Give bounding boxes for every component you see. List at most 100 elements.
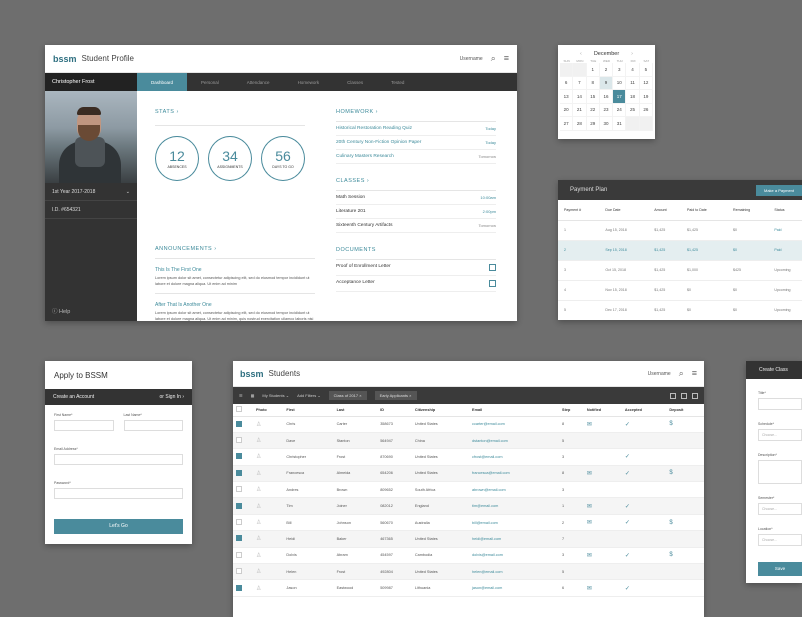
download-icon[interactable]: [489, 280, 496, 287]
add-icon[interactable]: [692, 392, 698, 399]
table-row[interactable]: ♙ Dave Stanton 564947 China dstanton@email.co…: [233, 432, 704, 450]
my-students-dropdown[interactable]: My Students ⌄: [262, 393, 289, 398]
email-field[interactable]: [54, 454, 183, 465]
row-checkbox[interactable]: [236, 437, 242, 444]
table-row[interactable]: ♙ Dolvis Abram 454597 Cambodia dolvis@email.c…: [233, 547, 704, 565]
mail-icon[interactable]: ✉: [587, 422, 592, 428]
table-row[interactable]: ♙ Helen Frost 492804 United States helen@emai…: [233, 563, 704, 581]
select-all-checkbox[interactable]: [236, 406, 242, 413]
table-row[interactable]: 4 Nov 15, 2018 $1,425 $0 $0 Upcoming: [558, 280, 802, 301]
table-row[interactable]: 1 Aug 15, 2018 $1,425 $1,425 $0 Paid: [558, 220, 802, 241]
calendar-day[interactable]: 19: [639, 90, 653, 104]
row-checkbox[interactable]: [236, 502, 242, 509]
calendar-day[interactable]: 15: [586, 90, 600, 104]
title-field[interactable]: [758, 398, 802, 410]
help-link[interactable]: ⓘ Help: [52, 307, 70, 315]
menu-icon[interactable]: ≡: [692, 369, 697, 378]
calendar-day[interactable]: 13: [560, 90, 574, 104]
submit-button[interactable]: Let's Go: [54, 519, 183, 534]
mail-icon[interactable]: [670, 392, 676, 399]
username-menu[interactable]: Username: [460, 56, 483, 62]
stats-title[interactable]: STATS ›: [155, 109, 305, 115]
calendar-day[interactable]: 28: [573, 117, 587, 131]
description-field[interactable]: [758, 460, 802, 484]
calendar-day[interactable]: 5: [639, 63, 653, 77]
chevron-right-icon[interactable]: ›: [631, 51, 633, 57]
calendar-day[interactable]: 20: [560, 103, 574, 117]
homework-item[interactable]: Culinary Masters Research Tomorrow: [336, 150, 496, 164]
export-icon[interactable]: [681, 392, 687, 399]
tab-personal[interactable]: Personal: [187, 73, 233, 91]
tab-classes[interactable]: Classes: [333, 73, 377, 91]
tab-dashboard[interactable]: Dashboard: [137, 73, 188, 91]
table-row[interactable]: 5 Dec 17, 2018 $1,425 $0 $0 Upcoming: [558, 300, 802, 320]
mail-icon[interactable]: ✉: [587, 586, 592, 592]
row-checkbox[interactable]: [236, 584, 242, 591]
mail-icon[interactable]: ✉: [587, 520, 592, 526]
calendar-day[interactable]: 8: [586, 76, 600, 90]
last-name-field[interactable]: [123, 420, 183, 431]
email-link[interactable]: heidi@email.com: [469, 530, 560, 548]
announcement-title[interactable]: After That Is Another One: [155, 302, 315, 308]
add-filters-dropdown[interactable]: Add Filters ⌄: [297, 393, 321, 398]
announcements-title[interactable]: ANNOUNCEMENTS ›: [155, 246, 315, 252]
tab-tested[interactable]: Tested: [377, 73, 418, 91]
row-checkbox[interactable]: [236, 453, 242, 460]
make-payment-button[interactable]: Make a Payment: [755, 184, 802, 196]
calendar-day[interactable]: 10: [613, 76, 627, 90]
email-link[interactable]: abrown@email.com: [469, 481, 560, 499]
document-item[interactable]: Proof of Enrollment Letter: [336, 260, 496, 276]
username-menu[interactable]: Username: [648, 371, 671, 377]
class-item[interactable]: Sixteenth Century Artifacts Tomorrow: [336, 219, 496, 233]
calendar-day[interactable]: 14: [573, 90, 587, 104]
calendar-day[interactable]: 31: [613, 117, 627, 131]
calendar-day[interactable]: 7: [573, 76, 587, 90]
email-link[interactable]: dstanton@email.com: [469, 432, 560, 450]
calendar-day[interactable]: 16: [599, 90, 614, 104]
calendar-day[interactable]: 11: [626, 76, 640, 90]
calendar-day[interactable]: 9: [599, 76, 614, 90]
mail-icon[interactable]: ✉: [587, 504, 592, 510]
table-row[interactable]: 2 Sep 15, 2018 $1,425 $1,425 $0 Paid: [558, 240, 802, 261]
calendar-day[interactable]: 22: [586, 103, 600, 117]
filter-chip[interactable]: Class of 2017 ×: [328, 391, 367, 400]
location-select[interactable]: Choose...: [758, 534, 802, 546]
password-field[interactable]: [54, 488, 183, 499]
table-row[interactable]: ♙ Tim Joiner 082012 England tim@email.com 1 ✉ ✓: [233, 497, 704, 515]
table-row[interactable]: ♙ Chris Carter 358673 United States ccarter@e…: [233, 416, 704, 433]
homework-item[interactable]: 20th Century Non-Fiction Opinion Paper To…: [336, 136, 496, 150]
sign-in-link[interactable]: or Sign In ›: [160, 394, 184, 400]
search-icon[interactable]: ⌕: [679, 369, 684, 378]
row-checkbox[interactable]: [236, 551, 242, 558]
calendar-day[interactable]: 29: [586, 117, 600, 131]
menu-icon[interactable]: ≡: [504, 54, 509, 63]
year-select[interactable]: 1st Year 2017-2018 ⌄: [45, 183, 137, 201]
table-row[interactable]: ♙ Christopher Frost 870690 United States cfro…: [233, 448, 704, 466]
save-button[interactable]: Save: [758, 562, 802, 576]
calendar-day[interactable]: 24: [613, 103, 627, 117]
grid-view-icon[interactable]: ▦: [251, 393, 255, 398]
calendar-day[interactable]: 25: [626, 103, 640, 117]
email-link[interactable]: cfrost@email.com: [469, 448, 560, 466]
tab-homework[interactable]: Homework: [284, 73, 334, 91]
email-link[interactable]: dolvis@email.com: [469, 547, 560, 565]
homework-item[interactable]: Historical Restoration Reading Quiz Today: [336, 122, 496, 136]
list-view-icon[interactable]: ☰: [239, 393, 243, 398]
classes-title[interactable]: CLASSES ›: [336, 178, 496, 184]
class-item[interactable]: Math Session 10:00am: [336, 191, 496, 205]
download-icon[interactable]: [489, 264, 496, 271]
email-link[interactable]: tim@email.com: [469, 497, 560, 515]
table-row[interactable]: ♙ Francesca Almeida 654206 United States fran…: [233, 465, 704, 483]
calendar-day[interactable]: 1: [586, 63, 600, 77]
calendar-day[interactable]: 21: [573, 103, 587, 117]
email-link[interactable]: bill@email.com: [469, 514, 560, 532]
class-item[interactable]: Literature 201 2:00pm: [336, 205, 496, 219]
email-link[interactable]: helen@email.com: [469, 563, 560, 581]
row-checkbox[interactable]: [236, 535, 242, 542]
mail-icon[interactable]: ✉: [587, 553, 592, 559]
table-row[interactable]: ♙ Bill Johnson 560670 Australia bill@email.co…: [233, 514, 704, 532]
calendar-day[interactable]: 23: [599, 103, 614, 117]
brand-logo[interactable]: bssm: [240, 369, 264, 379]
calendar-day[interactable]: 2: [599, 63, 614, 77]
select-all-header[interactable]: [233, 404, 253, 417]
